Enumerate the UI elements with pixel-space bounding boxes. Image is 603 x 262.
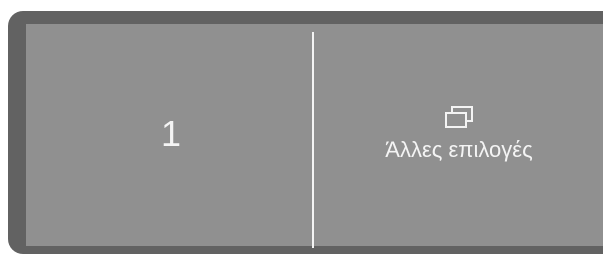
stage: 1 Άλλες επιλογές [0, 0, 603, 262]
number-value: 1 [160, 113, 182, 154]
more-options-button[interactable]: Άλλες επιλογές [315, 24, 603, 246]
display-panel: 1 Άλλες επιλογές [26, 24, 603, 248]
display-frame: 1 Άλλες επιλογές [8, 11, 603, 254]
windows-stack-icon [445, 106, 473, 128]
divider [312, 32, 314, 248]
number-button[interactable]: 1 [26, 24, 312, 246]
more-options-label: Άλλες επιλογές [385, 137, 533, 162]
